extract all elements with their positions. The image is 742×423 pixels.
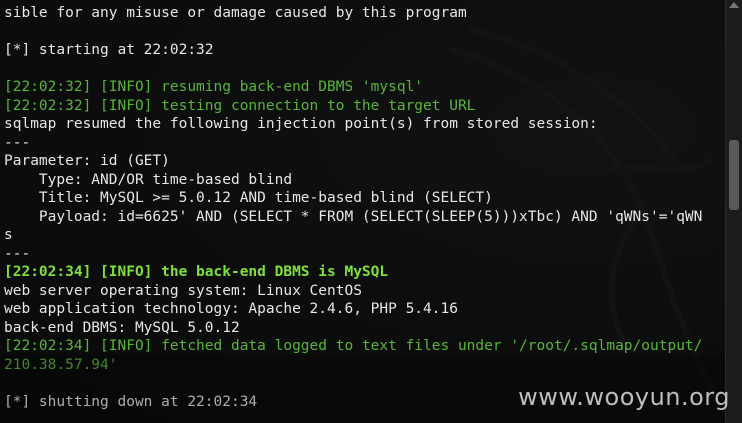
terminal-line: Title: MySQL >= 5.0.12 AND time-based bl… bbox=[4, 190, 493, 206]
terminal-line: --- bbox=[4, 245, 31, 262]
terminal-line: web server operating system: Linux CentO… bbox=[4, 282, 362, 299]
terminal-line: [*] starting at 22:02:32 bbox=[4, 42, 214, 58]
terminal-line: back-end DBMS: MySQL 5.0.12 bbox=[4, 319, 240, 336]
terminal-line: [22:02:32] [INFO] testing connection to … bbox=[4, 97, 476, 114]
terminal-line: --- bbox=[4, 134, 31, 151]
watermark: www.wooyun.org bbox=[518, 383, 730, 411]
terminal-line: sqlmap resumed the following injection p… bbox=[4, 116, 598, 132]
terminal-line: Parameter: id (GET) bbox=[4, 153, 170, 169]
terminal-scrollbar[interactable] bbox=[725, 0, 742, 423]
terminal-output: sible for any misuse or damage caused by… bbox=[4, 4, 720, 411]
terminal-line: s bbox=[4, 227, 13, 243]
terminal-line: Payload: id=6625' AND (SELECT * FROM (SE… bbox=[4, 208, 703, 225]
terminal-line: [22:02:34] [INFO] the back-end DBMS is M… bbox=[4, 264, 389, 280]
terminal-line: [22:02:32] [INFO] resuming back-end DBMS… bbox=[4, 79, 424, 95]
terminal-line: web application technology: Apache 2.4.6… bbox=[4, 301, 458, 317]
scroll-up-arrow-icon[interactable] bbox=[729, 2, 739, 8]
terminal-line: [22:02:34] [INFO] fetched data logged to… bbox=[4, 338, 703, 354]
terminal-line: sible for any misuse or damage caused by… bbox=[4, 5, 467, 21]
scroll-thumb[interactable] bbox=[729, 140, 739, 210]
terminal-line: Type: AND/OR time-based blind bbox=[4, 171, 293, 188]
terminal-window[interactable]: sible for any misuse or damage caused by… bbox=[0, 0, 726, 423]
